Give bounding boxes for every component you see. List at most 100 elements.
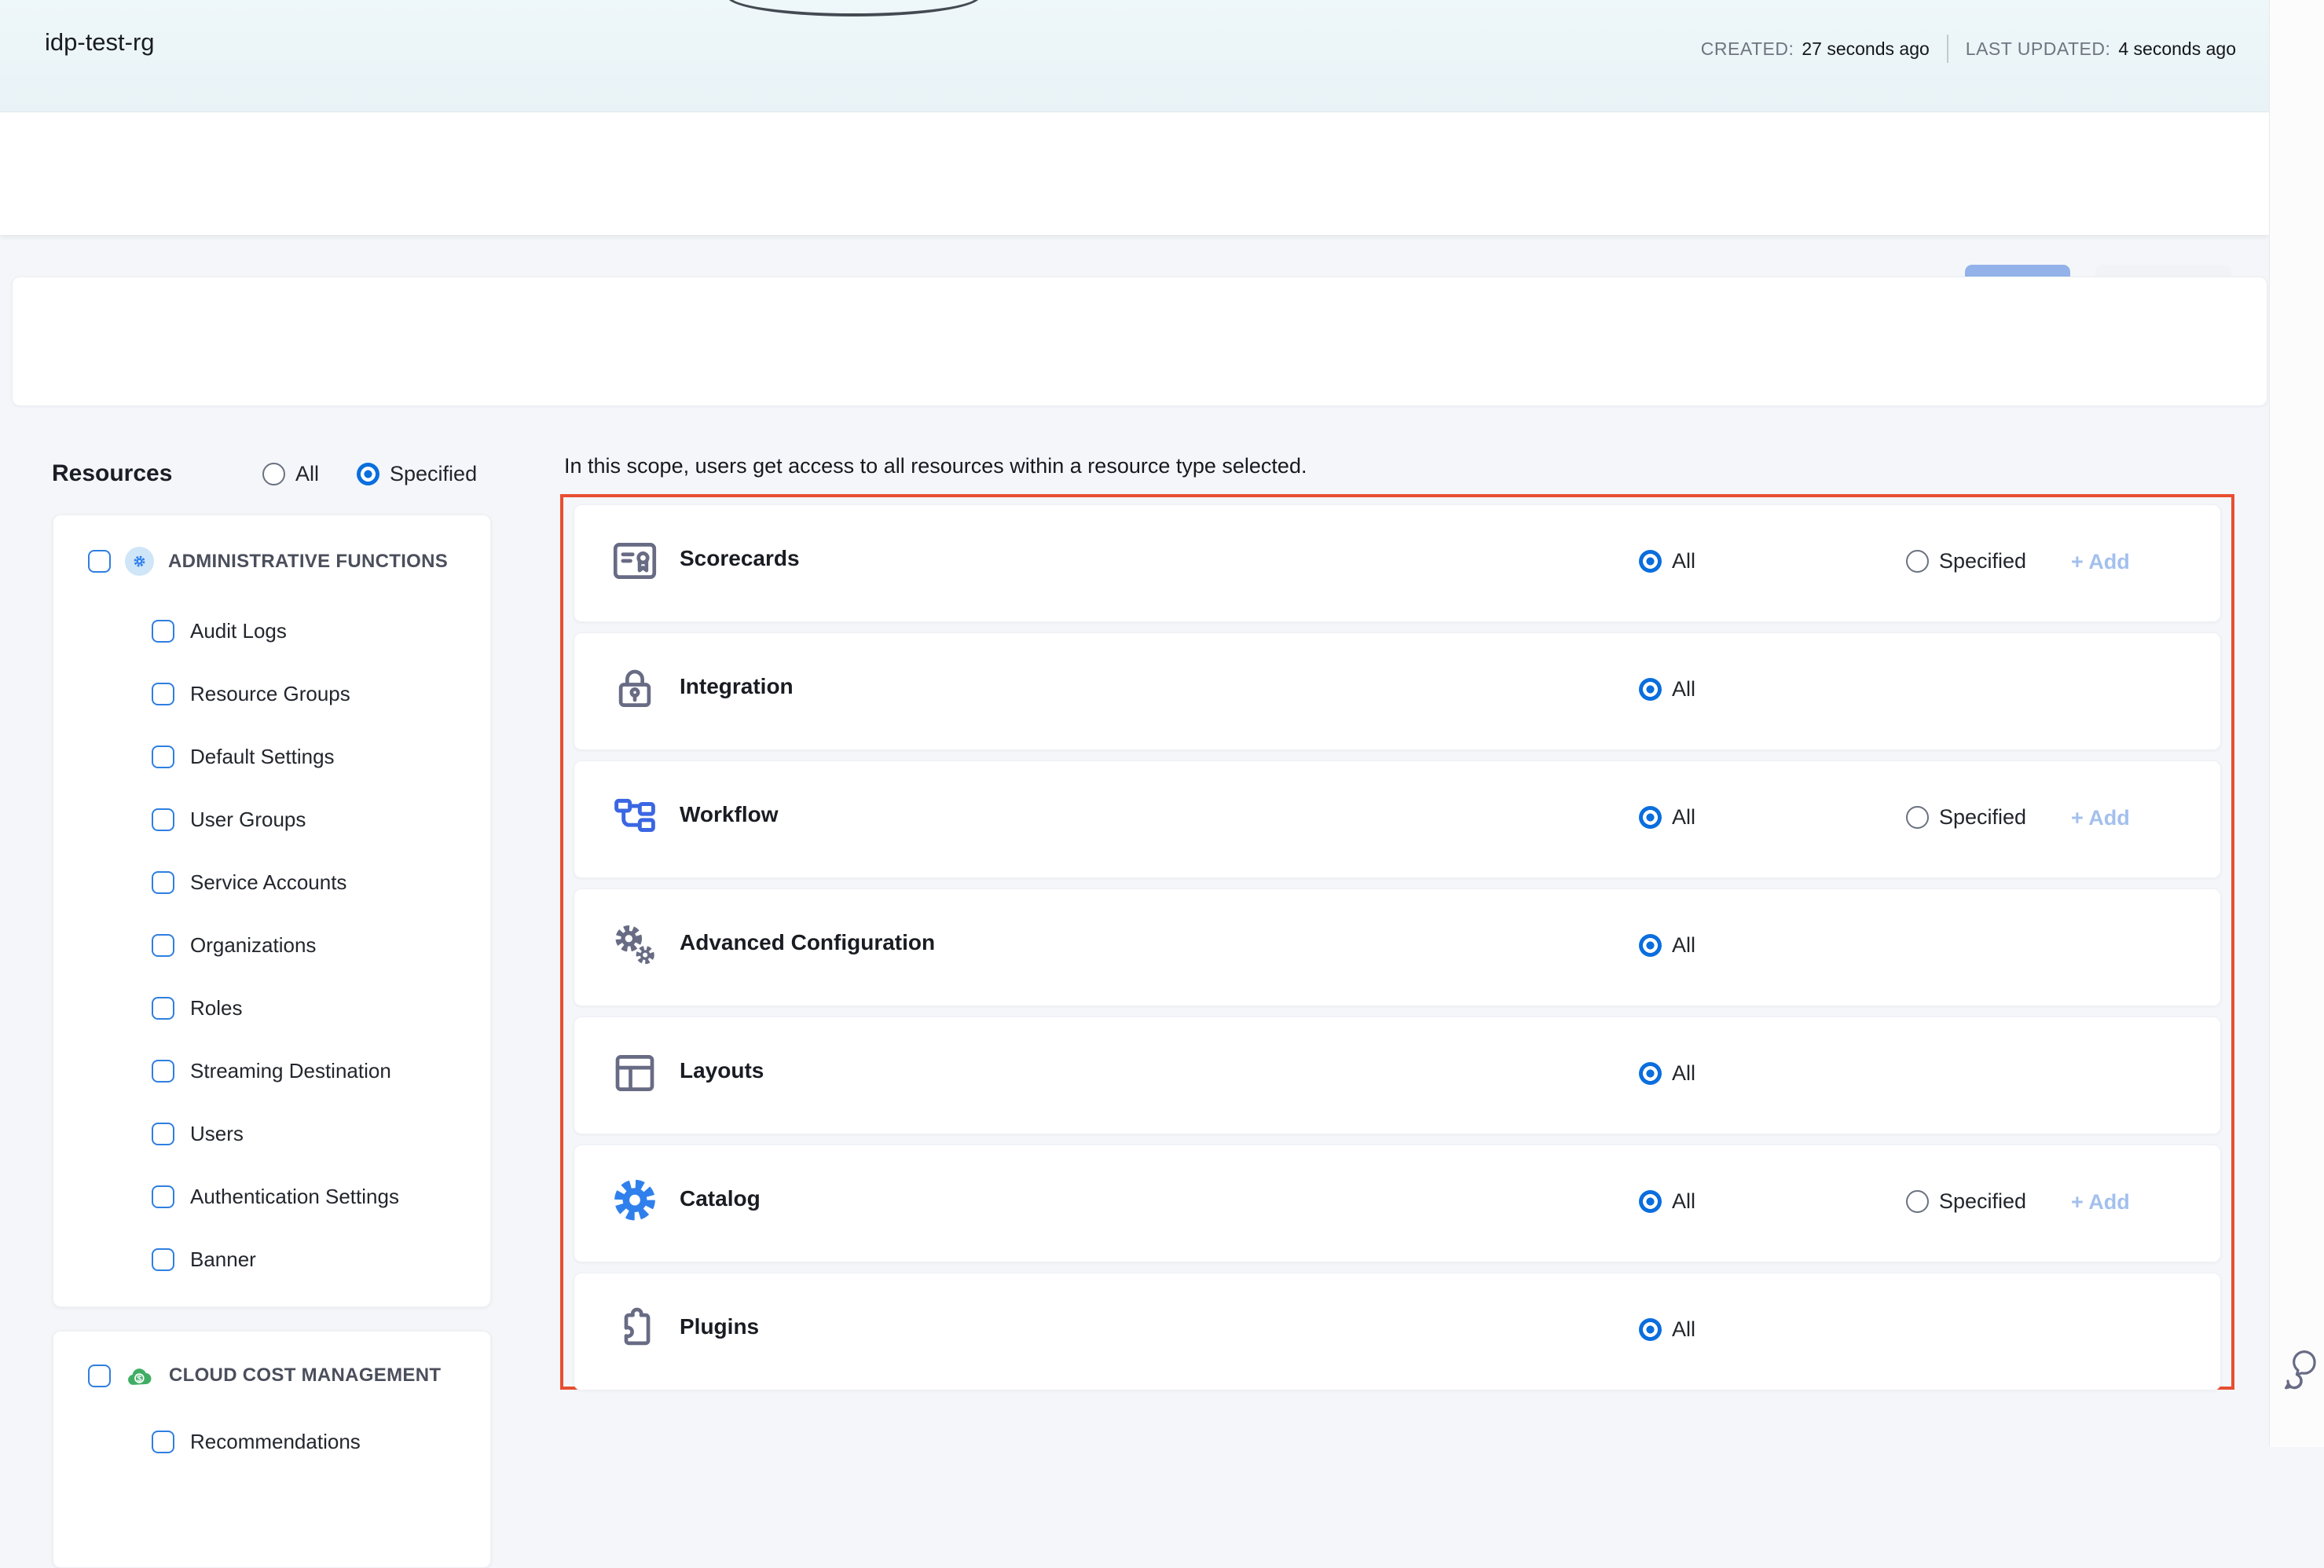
resource-row-integration: Integration All [574, 632, 2221, 750]
list-item[interactable]: Streaming Destination [53, 1039, 490, 1102]
add-button[interactable]: + Add [2071, 550, 2130, 574]
list-item[interactable]: Default Settings [53, 725, 490, 788]
item-label[interactable]: Organizations [190, 933, 316, 958]
row-option-all[interactable]: All [1639, 1189, 1695, 1214]
all-radio-label[interactable]: All [1672, 1317, 1695, 1342]
resource-row-scorecards: Scorecards All Specified + Add [574, 504, 2221, 622]
page-title: idp-test-rg [45, 28, 155, 57]
resource-row-catalog: Catalog All Specified + Add [574, 1145, 2221, 1262]
all-radio-label[interactable]: All [1672, 1061, 1695, 1086]
all-radio[interactable] [262, 463, 285, 485]
resources-option-specified[interactable]: Specified [357, 462, 477, 486]
all-radio[interactable] [1639, 1318, 1662, 1341]
add-button[interactable]: + Add [2071, 806, 2130, 830]
row-option-all[interactable]: All [1639, 549, 1695, 573]
list-item[interactable]: Banner [53, 1228, 490, 1291]
item-label[interactable]: Recommendations [190, 1430, 361, 1454]
item-label[interactable]: User Groups [190, 808, 306, 832]
header-meta: CREATED: 27 seconds ago LAST UPDATED: 4 … [1701, 35, 2236, 63]
group-header-administrative: ADMINISTRATIVE FUNCTIONS [88, 547, 448, 576]
group-label: ADMINISTRATIVE FUNCTIONS [168, 551, 448, 573]
item-label[interactable]: Service Accounts [190, 870, 346, 895]
resources-header: Resources All Specified [52, 460, 515, 487]
all-radio-label[interactable]: All [1672, 805, 1695, 830]
all-radio[interactable] [1639, 550, 1662, 573]
item-label[interactable]: Streaming Destination [190, 1059, 391, 1083]
help-chat-icon[interactable] [2279, 1345, 2320, 1392]
list-item[interactable]: Users [53, 1102, 490, 1165]
list-item[interactable]: Service Accounts [53, 851, 490, 914]
banner-checkbox[interactable] [152, 1248, 174, 1271]
list-item[interactable]: User Groups [53, 788, 490, 851]
item-label[interactable]: Roles [190, 996, 242, 1020]
organizations-checkbox[interactable] [152, 934, 174, 957]
row-option-all[interactable]: All [1639, 805, 1695, 830]
list-item[interactable]: Organizations [53, 914, 490, 976]
roles-checkbox[interactable] [152, 997, 174, 1020]
right-gutter [2269, 0, 2324, 1447]
all-radio[interactable] [1639, 678, 1662, 701]
row-option-all[interactable]: All [1639, 933, 1695, 958]
user-groups-checkbox[interactable] [152, 808, 174, 831]
streaming-destination-checkbox[interactable] [152, 1060, 174, 1083]
all-radio[interactable] [1639, 1062, 1662, 1085]
specified-radio-label[interactable]: Specified [390, 462, 477, 486]
all-radio[interactable] [1639, 1190, 1662, 1213]
default-settings-checkbox[interactable] [152, 746, 174, 768]
group-label: CLOUD COST MANAGEMENT [169, 1365, 441, 1387]
row-label: Layouts [680, 1058, 764, 1083]
row-option-specified[interactable]: Specified [1906, 1189, 2026, 1214]
add-button[interactable]: + Add [2071, 1190, 2130, 1214]
all-radio-label[interactable]: All [1672, 1189, 1695, 1214]
last-updated-label: LAST UPDATED: [1966, 38, 2111, 60]
recommendations-checkbox[interactable] [152, 1431, 174, 1453]
row-option-all[interactable]: All [1639, 1061, 1695, 1086]
item-label[interactable]: Resource Groups [190, 682, 350, 706]
specified-radio[interactable] [1906, 806, 1929, 829]
resources-option-all[interactable]: All [262, 462, 319, 486]
app-header: idp-test-rg CREATED: 27 seconds ago LAST… [0, 0, 2269, 112]
row-option-specified[interactable]: Specified [1906, 805, 2026, 830]
users-checkbox[interactable] [152, 1123, 174, 1145]
row-label: Scorecards [680, 546, 800, 571]
list-item[interactable]: Resource Groups [53, 662, 490, 725]
item-label[interactable]: Banner [190, 1247, 256, 1272]
row-label: Advanced Configuration [680, 930, 935, 955]
row-option-specified[interactable]: Specified [1906, 549, 2026, 573]
all-radio-label[interactable]: All [295, 462, 319, 486]
all-radio-label[interactable]: All [1672, 677, 1695, 702]
item-label[interactable]: Default Settings [190, 745, 335, 769]
row-label: Workflow [680, 802, 778, 827]
specified-radio-label[interactable]: Specified [1939, 549, 2026, 573]
list-item[interactable]: Recommendations [53, 1410, 490, 1473]
all-radio-label[interactable]: All [1672, 549, 1695, 573]
cloud-cost-management-checkbox[interactable] [88, 1365, 111, 1387]
service-accounts-checkbox[interactable] [152, 871, 174, 894]
created-value: 27 seconds ago [1802, 38, 1929, 60]
row-option-all[interactable]: All [1639, 1317, 1695, 1342]
svg-text:$: $ [137, 1374, 141, 1383]
list-item[interactable]: Audit Logs [53, 599, 490, 662]
created-label: CREATED: [1701, 38, 1794, 60]
administrative-functions-checkbox[interactable] [88, 550, 111, 573]
authentication-settings-checkbox[interactable] [152, 1185, 174, 1208]
row-option-all[interactable]: All [1639, 677, 1695, 702]
audit-logs-checkbox[interactable] [152, 620, 174, 643]
list-item[interactable]: Roles [53, 976, 490, 1039]
all-radio[interactable] [1639, 806, 1662, 829]
all-radio-label[interactable]: All [1672, 933, 1695, 958]
item-label[interactable]: Authentication Settings [190, 1185, 399, 1209]
specified-radio-label[interactable]: Specified [1939, 1189, 2026, 1214]
all-radio[interactable] [1639, 934, 1662, 957]
specified-radio-label[interactable]: Specified [1939, 805, 2026, 830]
specified-radio[interactable] [1906, 1190, 1929, 1213]
layout-icon [609, 1047, 661, 1099]
administrative-items-list: Audit Logs Resource Groups Default Setti… [53, 599, 490, 1291]
resource-groups-checkbox[interactable] [152, 683, 174, 705]
item-label[interactable]: Users [190, 1122, 244, 1146]
specified-radio[interactable] [357, 463, 379, 485]
list-item[interactable]: Authentication Settings [53, 1165, 490, 1228]
item-label[interactable]: Audit Logs [190, 619, 287, 643]
highlight-outline: Scorecards All Specified + Add Integrati… [560, 494, 2234, 1390]
specified-radio[interactable] [1906, 550, 1929, 573]
